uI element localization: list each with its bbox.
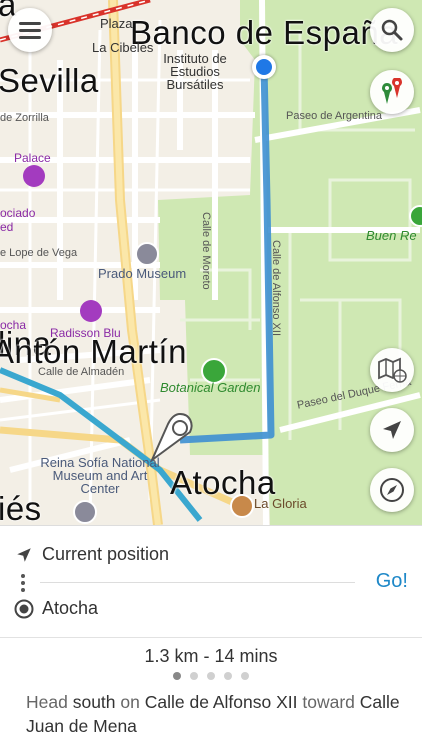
poi-label: ociado [0,206,36,220]
compass-icon [380,478,404,502]
target-icon [14,599,34,619]
location-arrow-icon [383,421,401,439]
more-vertical-icon [21,574,25,592]
search-button[interactable] [370,8,414,52]
hotel-icon[interactable] [23,165,45,187]
my-location-button[interactable] [370,408,414,452]
page-indicator[interactable] [0,672,422,680]
street-label: Paseo de Argentina [286,110,383,122]
divider [40,582,355,583]
instruction-street: Calle de Alfonso XII [144,692,298,712]
step-instruction: Head south on Calle de Alfonso XII towar… [26,690,406,738]
park-label: Buen Re [366,228,417,243]
museum-icon[interactable] [135,242,159,266]
hotel-icon[interactable] [80,300,102,322]
map-globe-icon [378,357,407,383]
instruction-word: Head [26,692,68,712]
poi-label: La Gloria [254,496,307,511]
street-label: Calle de Almadén [38,366,125,378]
location-arrow-icon [14,545,34,565]
route-summary: 1.3 km - 14 mins [144,646,278,666]
poi-label: Radisson Blu [50,326,121,340]
page-dot[interactable] [207,672,215,680]
poi-label: Plaza [100,16,133,31]
divider [0,637,422,638]
poi-label: Instituto de Estudios Bursátiles [145,52,245,91]
page-dot[interactable] [224,672,232,680]
street-label: e Lope de Vega [0,247,78,259]
poi-label: Prado Museum [98,266,187,281]
menu-button[interactable] [8,8,52,52]
current-location-marker[interactable] [252,55,276,79]
place-label: Sevilla [0,62,99,99]
go-button[interactable]: Go! [376,570,408,593]
menu-icon [19,22,41,39]
map-pins-icon [382,78,402,104]
instruction-direction: south [72,692,116,712]
map-view[interactable]: Banco de España Sevilla lina Antón Martí… [0,0,422,525]
street-label: Calle de Moreto [200,212,212,290]
museum-icon[interactable] [73,500,97,524]
page-dot[interactable] [241,672,249,680]
instruction-word: toward [302,692,355,712]
place-label: Banco de España [130,14,399,51]
destination-field[interactable]: Atocha [42,598,98,619]
poi-label: Palace [14,151,51,165]
search-icon [381,19,403,41]
page-dot[interactable] [173,672,181,680]
street-label: de Zorrilla [0,112,49,124]
origin-field[interactable]: Current position [42,544,169,565]
compass-button[interactable] [370,468,414,512]
destination-row[interactable]: Atocha [14,598,98,619]
map-layers-button[interactable] [370,348,414,392]
instruction-word: on [120,692,140,712]
origin-row[interactable]: Current position [14,544,169,565]
poi-label-text: Reina Sofía National Museum and Art Cent… [40,455,160,496]
street-label: Calle de Alfonso XII [270,240,282,337]
route-pins-button[interactable] [370,70,414,114]
page-dot[interactable] [190,672,198,680]
place-label: iés [0,490,42,525]
poi-label: ed [0,220,14,234]
poi-label: Reina Sofía National Museum and Art Cent… [35,456,165,495]
poi-label: ocha [0,318,27,332]
directions-panel: Current position Atocha Go! 1.3 km - 14 … [0,525,422,751]
park-label: Botanical Garden [160,380,261,395]
poi-label-text: Instituto de Estudios Bursátiles [163,51,227,92]
